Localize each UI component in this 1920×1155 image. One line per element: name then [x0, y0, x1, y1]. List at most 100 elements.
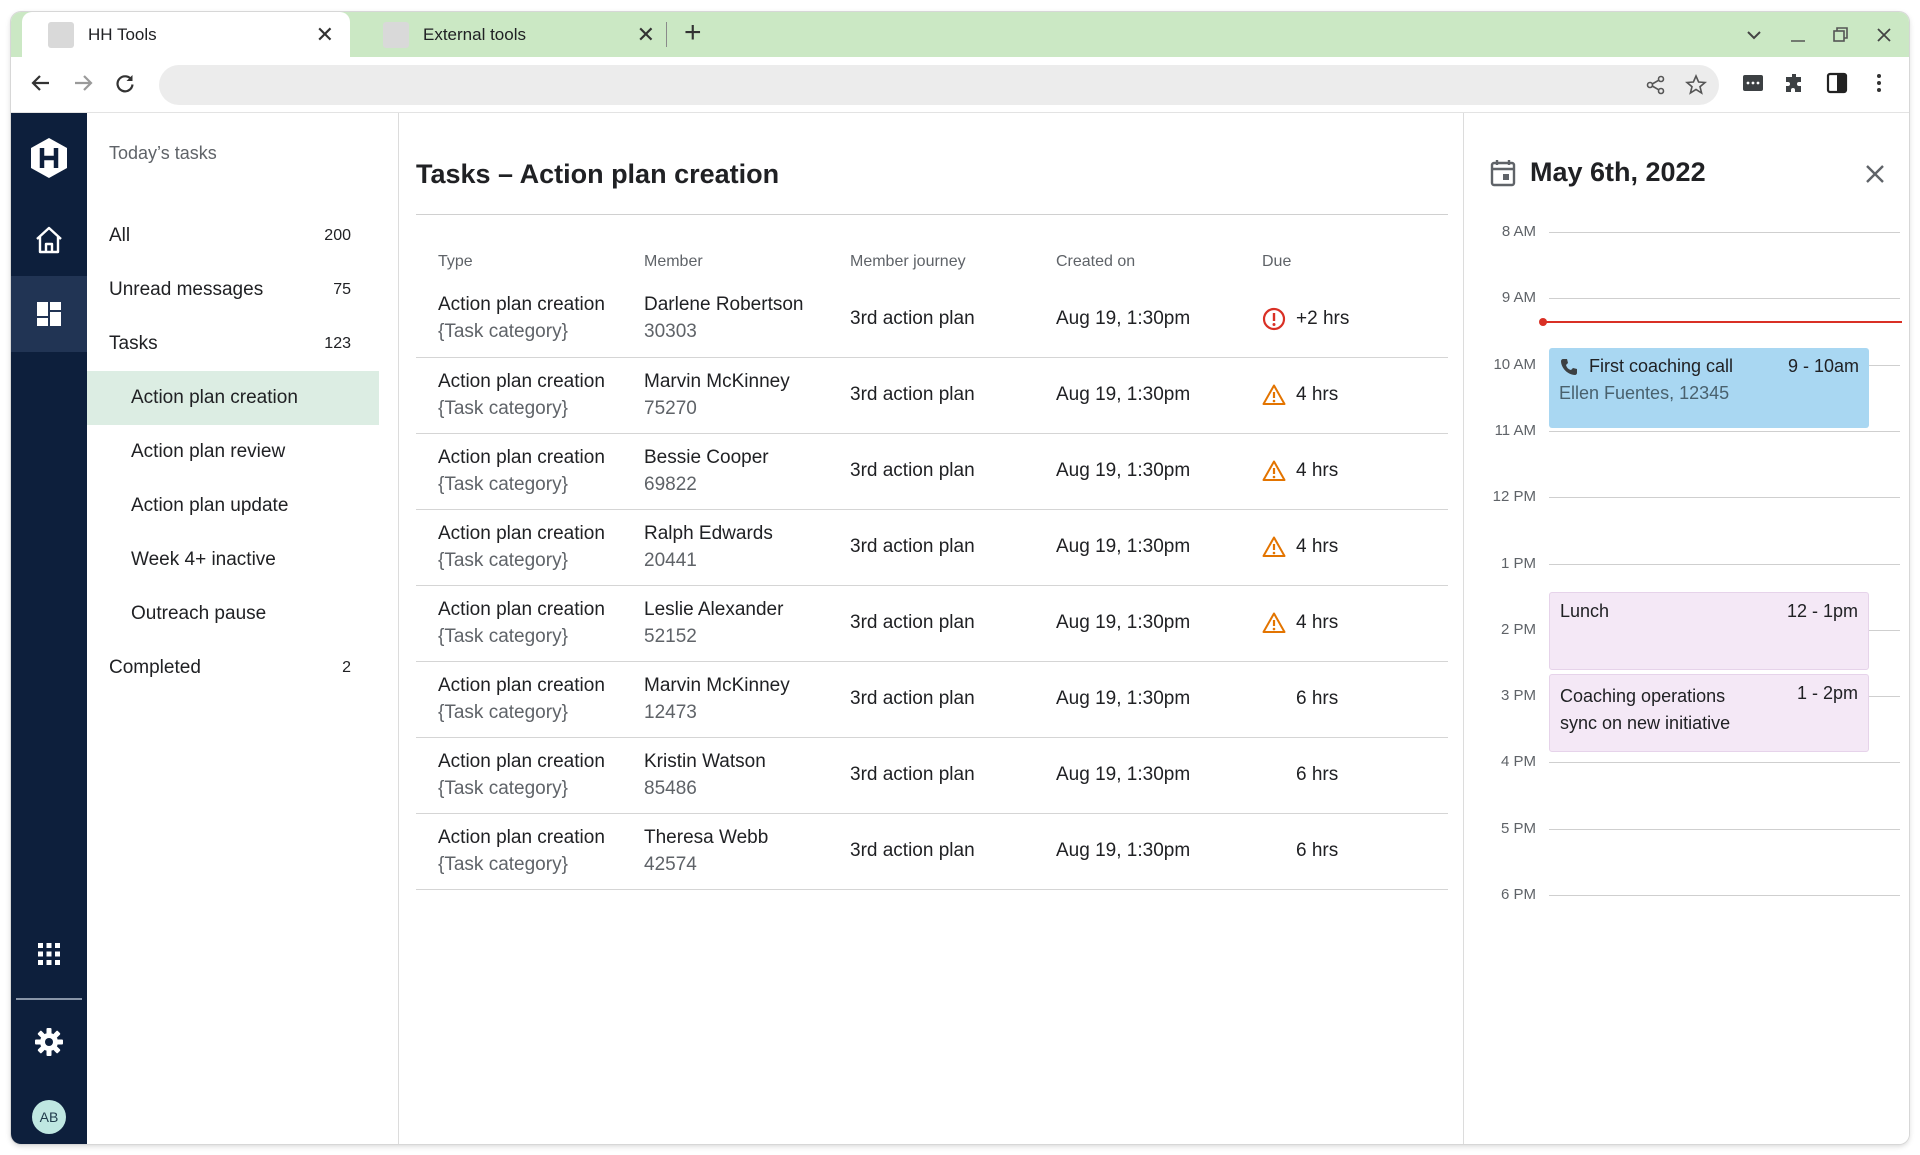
window-close-icon[interactable] [1874, 25, 1894, 45]
task-type: Action plan creation [438, 522, 605, 544]
rail-settings[interactable] [11, 1004, 87, 1080]
home-icon [36, 226, 62, 254]
sidebar-item-action-plan-review[interactable]: Action plan review [87, 425, 379, 479]
event-lunch[interactable]: Lunch 12 - 1pm [1549, 592, 1869, 670]
side-panel-icon[interactable] [1825, 71, 1849, 95]
minimize-icon[interactable] [1788, 25, 1808, 45]
table-row[interactable]: Action plan creation {Task category} Ralph… [416, 509, 1448, 586]
sidebar-item-all[interactable]: All 200 [87, 209, 379, 263]
tab-title: External tools [423, 24, 526, 44]
favicon-icon [383, 21, 409, 48]
cell-member: Marvin McKinney 12473 [622, 661, 828, 738]
main-content: Tasks – Action plan creation Type Member… [399, 113, 1464, 1144]
cell-journey: 3rd action plan [828, 813, 1034, 890]
tab-close-icon[interactable]: ✕ [316, 23, 334, 46]
table-row[interactable]: Action plan creation {Task category} There… [416, 813, 1448, 890]
table-row[interactable]: Action plan creation {Task category} Darle… [416, 281, 1448, 358]
share-icon[interactable] [1645, 74, 1667, 96]
cell-member: Darlene Robertson 30303 [622, 281, 828, 358]
member-id: 42574 [644, 853, 697, 875]
apps-grid-icon [38, 943, 60, 965]
table-row[interactable]: Action plan creation {Task category} Krist… [416, 737, 1448, 814]
rail-profile[interactable]: AB [11, 1079, 87, 1144]
warning-triangle-icon [1262, 384, 1286, 405]
sidebar-item-count: 200 [324, 227, 351, 244]
column-header-due[interactable]: Due [1240, 243, 1448, 281]
cell-type: Action plan creation {Task category} [416, 509, 622, 586]
forward-arrow-icon [75, 75, 93, 91]
event-coaching-operations-sync[interactable]: Coaching operations sync on new initiati… [1549, 674, 1869, 752]
cell-due: +2 hrs [1240, 281, 1448, 358]
extensions-puzzle-icon[interactable] [1783, 71, 1807, 95]
hour-gridline [1549, 895, 1900, 896]
back-button[interactable] [25, 67, 57, 99]
rail-dashboard[interactable] [11, 276, 87, 352]
browser-toolbar [11, 57, 1909, 113]
cell-created-on: Aug 19, 1:30pm [1034, 357, 1240, 434]
event-first-coaching-call[interactable]: First coaching call 9 - 10am Ellen Fuent… [1549, 348, 1869, 428]
password-extension-icon[interactable] [1741, 71, 1765, 95]
sidebar-item-unread-messages[interactable]: Unread messages 75 [87, 263, 379, 317]
new-tab-button[interactable]: + [684, 18, 702, 48]
table-row[interactable]: Action plan creation {Task category} Lesli… [416, 585, 1448, 662]
task-type: Action plan creation [438, 598, 605, 620]
avatar: AB [32, 1100, 66, 1134]
forward-button[interactable] [67, 67, 99, 99]
table-row[interactable]: Action plan creation {Task category} Marvi… [416, 357, 1448, 434]
table-row[interactable]: Action plan creation {Task category} Marvi… [416, 661, 1448, 738]
sidebar-item-count: 75 [333, 281, 351, 298]
rail-apps[interactable] [11, 916, 87, 992]
column-header-member[interactable]: Member [622, 243, 828, 281]
cell-journey: 3rd action plan [828, 737, 1034, 814]
reload-button[interactable] [109, 67, 141, 99]
address-bar[interactable] [159, 65, 1719, 105]
event-time: 9 - 10am [1787, 356, 1859, 376]
cell-journey: 3rd action plan [828, 281, 1034, 358]
member-name: Marvin McKinney [644, 674, 790, 696]
table-row[interactable]: Action plan creation {Task category} Bessi… [416, 433, 1448, 510]
sidebar-item-completed[interactable]: Completed 2 [87, 641, 379, 695]
tab-external-tools[interactable]: External tools ✕ [381, 12, 671, 57]
sidebar-item-label: Action plan update [131, 495, 289, 516]
sidebar-item-outreach-pause[interactable]: Outreach pause [87, 587, 379, 641]
hh-logo[interactable] [11, 120, 87, 196]
rail-home[interactable] [11, 202, 87, 278]
task-type: Action plan creation [438, 446, 605, 468]
page-title: Tasks – Action plan creation [416, 159, 780, 189]
sidebar-item-count: 123 [324, 335, 351, 352]
hour-label: 10 AM [1493, 355, 1536, 373]
nav-rail: AB [11, 113, 87, 1144]
cell-journey: 3rd action plan [828, 509, 1034, 586]
sidebar-item-action-plan-update[interactable]: Action plan update [87, 479, 379, 533]
due-icon-placeholder [1262, 839, 1286, 863]
due-value: 4 hrs [1296, 612, 1339, 633]
column-header-type[interactable]: Type [416, 243, 622, 281]
due-value: 6 hrs [1296, 688, 1339, 709]
tab-search-chevron-icon[interactable] [1744, 25, 1764, 45]
sidebar-title: Today’s tasks [109, 143, 217, 163]
cell-created-on: Aug 19, 1:30pm [1034, 737, 1240, 814]
cell-member: Ralph Edwards 20441 [622, 509, 828, 586]
sidebar-item-label: Action plan creation [131, 387, 298, 408]
event-title: Lunch [1560, 601, 1610, 621]
cell-journey: 3rd action plan [828, 585, 1034, 662]
title-divider [416, 214, 1448, 215]
task-category: {Task category} [438, 701, 568, 723]
sidebar-item-action-plan-creation[interactable]: Action plan creation [87, 371, 379, 425]
tab-close-icon[interactable]: ✕ [637, 23, 655, 46]
task-category: {Task category} [438, 853, 568, 875]
tab-hh-tools[interactable]: HH Tools ✕ [22, 12, 350, 57]
browser-menu-icon[interactable] [1867, 71, 1891, 95]
column-header-member-journey[interactable]: Member journey [828, 243, 1034, 281]
sidebar-item-tasks[interactable]: Tasks 123 [87, 317, 379, 371]
column-header-created-on[interactable]: Created on [1034, 243, 1240, 281]
bookmark-star-icon[interactable] [1685, 74, 1707, 96]
task-category: {Task category} [438, 625, 568, 647]
cell-type: Action plan creation {Task category} [416, 585, 622, 662]
sidebar-item-week-4-inactive[interactable]: Week 4+ inactive [87, 533, 379, 587]
close-icon[interactable] [1864, 163, 1886, 185]
task-category: {Task category} [438, 473, 568, 495]
restore-icon[interactable] [1831, 25, 1851, 45]
cell-type: Action plan creation {Task category} [416, 357, 622, 434]
current-time-dot [1539, 318, 1547, 326]
